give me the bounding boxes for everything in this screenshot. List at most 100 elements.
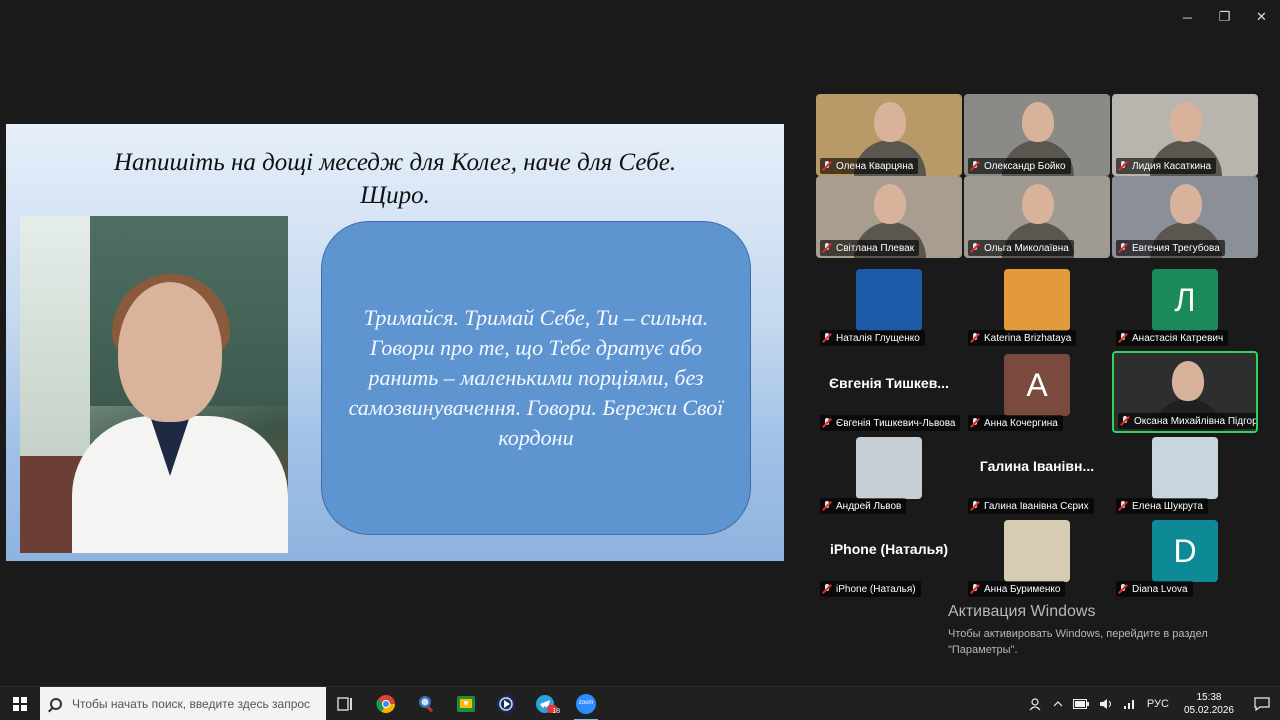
notifications-button[interactable] <box>1244 687 1280 720</box>
participant-tile[interactable]: Лидия Касаткина <box>1112 94 1258 176</box>
mic-muted-icon <box>822 584 832 594</box>
participant-video-face <box>1170 102 1202 142</box>
participant-tile[interactable]: Katerina Brizhataya <box>964 266 1110 348</box>
participant-tile[interactable]: D Diana Lvova <box>1112 517 1258 599</box>
participant-name: Галина Іванівна Сєрих <box>984 500 1089 512</box>
participant-name: Анастасія Катревич <box>1132 332 1224 344</box>
network-icon[interactable] <box>1118 698 1142 710</box>
participant-avatar <box>1004 269 1070 331</box>
clock-date: 05.02.2026 <box>1183 705 1234 716</box>
minimize-button[interactable]: ─ <box>1169 0 1206 34</box>
restore-button[interactable]: ❐ <box>1206 0 1243 34</box>
participant-name-label: Олена Кварцяна <box>820 158 919 174</box>
participant-name-label: iPhone (Наталья) <box>820 581 921 597</box>
classroom-taskbar-button[interactable] <box>446 687 486 720</box>
participant-tile[interactable]: Євгенія Тишкев... Євгенія Тишкевич-Львова <box>816 351 962 433</box>
participant-name-label: Андрей Львов <box>820 498 907 514</box>
photo-face <box>118 282 222 422</box>
clock[interactable]: 15:38 05.02.2026 <box>1174 691 1244 717</box>
participant-tile[interactable]: Світлана Плевак <box>816 176 962 258</box>
activation-title: Активация Windows <box>948 603 1096 620</box>
mic-muted-icon <box>970 161 980 171</box>
windows-activation-watermark: Активация Windows Чтобы активировать Win… <box>948 602 1208 658</box>
participant-tile[interactable]: Наталія Глущенко <box>816 266 962 348</box>
participant-tile[interactable]: Оксана Михайлівна Підгорна <box>1112 351 1258 433</box>
start-button[interactable] <box>0 687 40 720</box>
zoom-taskbar-button[interactable]: zoom <box>566 687 606 720</box>
participant-tile[interactable]: Ольга Миколаївна <box>964 176 1110 258</box>
participant-name: Евгения Трегубова <box>1132 242 1220 254</box>
slide-photo <box>20 216 288 553</box>
participant-name: Наталія Глущенко <box>836 332 920 344</box>
activation-line2: "Параметры". <box>948 644 1018 656</box>
mic-muted-icon <box>1118 161 1128 171</box>
participant-name-label: Євгенія Тишкевич-Львова <box>820 415 960 431</box>
participant-avatar: Л <box>1152 269 1218 331</box>
participant-video-face <box>1172 361 1204 401</box>
participant-name: Анна Бурименко <box>984 583 1061 595</box>
telegram-taskbar-button[interactable]: 18 <box>526 687 566 720</box>
mic-muted-icon <box>1118 333 1128 343</box>
participant-tile[interactable]: А Анна Кочергина <box>964 351 1110 433</box>
participant-video-face <box>874 102 906 142</box>
search-app-taskbar-button[interactable] <box>406 687 446 720</box>
participant-name: Diana Lvova <box>1132 583 1188 595</box>
mic-muted-icon <box>970 501 980 511</box>
participant-tile[interactable]: Олександр Бойко <box>964 94 1110 176</box>
window-controls: ─ ❐ ✕ <box>1169 0 1280 34</box>
participant-display-name: Галина Іванівн... <box>979 458 1095 474</box>
participant-name: Анна Кочергина <box>984 417 1058 429</box>
participant-name: Лидия Касаткина <box>1132 160 1212 172</box>
mic-muted-icon <box>822 243 832 253</box>
slide-title-line1: Напишіть на дощі меседж для Колег, наче … <box>113 149 677 176</box>
mic-muted-icon <box>822 333 832 343</box>
media-player-taskbar-button[interactable] <box>486 687 526 720</box>
message-text: Тримайся. Тримай Себе, Ти – сильна. Гово… <box>348 305 724 450</box>
mic-muted-icon <box>822 161 832 171</box>
battery-icon[interactable] <box>1068 699 1094 709</box>
mic-muted-icon <box>970 418 980 428</box>
close-button[interactable]: ✕ <box>1243 0 1280 34</box>
participant-name-label: Katerina Brizhataya <box>968 330 1077 346</box>
language-indicator[interactable]: РУС <box>1142 698 1174 710</box>
taskbar: Чтобы начать поиск, введите здесь запрос… <box>0 686 1280 720</box>
participant-avatar <box>856 269 922 331</box>
participant-video-face <box>1022 184 1054 224</box>
chevron-up-icon[interactable] <box>1048 699 1068 709</box>
participant-avatar <box>856 437 922 499</box>
participant-tile[interactable]: Олена Кварцяна <box>816 94 962 176</box>
notification-icon <box>1254 697 1270 711</box>
mic-muted-icon <box>970 584 980 594</box>
participant-display-name: iPhone (Наталья) <box>829 541 949 557</box>
mic-muted-icon <box>1118 501 1128 511</box>
activation-line1: Чтобы активировать Windows, перейдите в … <box>948 628 1208 640</box>
participant-tile[interactable]: iPhone (Наталья) iPhone (Наталья) <box>816 517 962 599</box>
classroom-icon <box>457 695 475 712</box>
task-view-icon <box>337 696 352 711</box>
participant-tile[interactable]: Анна Бурименко <box>964 517 1110 599</box>
task-view-button[interactable] <box>326 687 366 720</box>
participant-name: iPhone (Наталья) <box>836 583 916 595</box>
participant-tile[interactable]: Галина Іванівн... Галина Іванівна Сєрих <box>964 434 1110 516</box>
participant-name-label: Анастасія Катревич <box>1116 330 1229 346</box>
mic-muted-icon <box>970 243 980 253</box>
participant-avatar <box>1004 520 1070 582</box>
taskbar-search[interactable]: Чтобы начать поиск, введите здесь запрос <box>40 686 326 720</box>
search-placeholder: Чтобы начать поиск, введите здесь запрос <box>72 696 311 711</box>
participant-tile[interactable]: Евгения Трегубова <box>1112 176 1258 258</box>
clock-time: 15:38 <box>1196 692 1222 703</box>
people-icon[interactable] <box>1024 697 1048 711</box>
participant-video-face <box>1022 102 1054 142</box>
participant-tile[interactable]: Андрей Львов <box>816 434 962 516</box>
participant-name: Ольга Миколаївна <box>984 242 1069 254</box>
speaker-icon[interactable] <box>1094 698 1118 710</box>
mic-muted-icon <box>1118 584 1128 594</box>
participant-name-label: Анна Кочергина <box>968 415 1063 431</box>
participant-tile[interactable]: Л Анастасія Катревич <box>1112 266 1258 348</box>
slide-title-line2: Щиро. <box>360 182 430 209</box>
participant-tile[interactable]: Елена Шукрута <box>1112 434 1258 516</box>
participant-name: Євгенія Тишкевич-Львова <box>836 417 956 429</box>
slide-title: Напишіть на дощі меседж для Колег, наче … <box>6 146 784 212</box>
activation-text: Чтобы активировать Windows, перейдите в … <box>948 626 1208 658</box>
chrome-taskbar-button[interactable] <box>366 687 406 720</box>
